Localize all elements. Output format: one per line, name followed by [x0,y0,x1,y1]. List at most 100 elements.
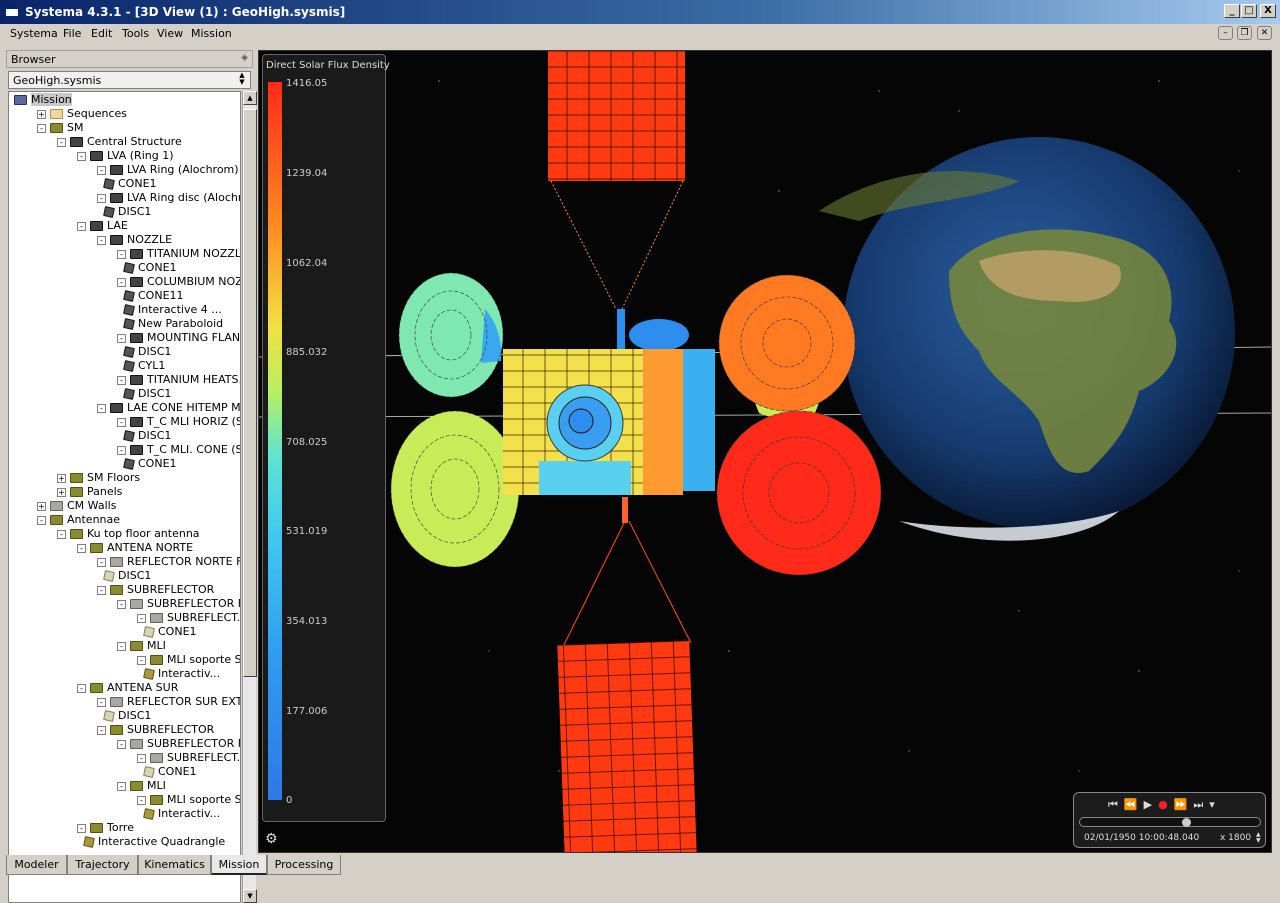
tree-node[interactable]: - LVA (Ring 1) [77,149,174,163]
collapse-icon[interactable]: - [97,165,106,175]
collapse-icon[interactable]: - [117,599,126,609]
collapse-icon[interactable]: - [117,445,126,455]
scroll-down-icon[interactable]: ▼ [243,889,257,903]
tree-node[interactable]: - REFLECTOR NORTE F... [97,555,240,569]
first-frame-icon[interactable]: ⏮ [1108,798,1124,811]
3d-view[interactable]: Direct Solar Flux Density 1416.05 1239.0… [258,50,1272,853]
tree-node[interactable]: CONE1 [143,765,197,779]
tree-node[interactable]: - MLI soporte S... [137,653,240,667]
tree-node[interactable]: + SM Floors [57,471,140,485]
collapse-icon[interactable]: - [117,739,126,749]
app-icon[interactable] [5,5,19,17]
collapse-icon[interactable]: - [97,585,106,595]
tab-trajectory[interactable]: Trajectory [67,855,138,875]
collapse-icon[interactable]: - [57,137,66,147]
collapse-icon[interactable]: - [137,753,146,763]
collapse-icon[interactable]: - [37,123,46,133]
collapse-icon[interactable]: - [117,375,126,385]
settings-gear-icon[interactable]: ⚙ [265,831,278,847]
file-selector[interactable]: GeoHigh.sysmis ▲ ▼ [8,71,251,89]
tab-kinematics[interactable]: Kinematics [138,855,211,875]
tree-node[interactable]: CONE1 [123,261,177,275]
tree-node[interactable]: CONE11 [123,289,184,303]
tree-node[interactable]: - T_C MLI HORIZ (S... [117,415,240,429]
last-frame-icon[interactable]: ⏭ [1193,798,1209,811]
tree-node[interactable]: - ANTENA NORTE [77,541,193,555]
collapse-icon[interactable]: - [137,613,146,623]
collapse-icon[interactable]: - [97,557,106,567]
menu-file[interactable]: File [63,27,81,40]
mission-tree[interactable]: Mission + Sequences - SM - Central Structure - L… [8,91,241,903]
tab-modeler[interactable]: Modeler [6,855,67,875]
collapse-icon[interactable]: - [117,277,126,287]
collapse-icon[interactable]: - [77,221,86,231]
collapse-icon[interactable]: - [77,151,86,161]
collapse-icon[interactable]: - [137,655,146,665]
tree-node[interactable]: - Central Structure [57,135,182,149]
collapse-icon[interactable]: - [77,683,86,693]
tree-node[interactable]: - Ku top floor antenna [57,527,200,541]
tree-node[interactable]: New Paraboloid [123,317,223,331]
expand-icon[interactable]: + [57,487,66,497]
tree-node[interactable]: - LAE CONE HITEMP ML... [97,401,240,415]
tree-node[interactable]: + Sequences [37,107,127,121]
playback-controls[interactable]: ⏮⏪▶●⏩⏭▾ [1108,798,1221,812]
tree-node[interactable]: - Torre [77,821,134,835]
mdi-close-button[interactable]: ✕ [1257,26,1272,40]
menu-edit[interactable]: Edit [91,27,112,40]
collapse-icon[interactable]: - [57,529,66,539]
tree-node[interactable]: - SUBREFLECT... [137,611,240,625]
tree-node[interactable]: - SUBREFLECTOR MLI [117,737,240,751]
scroll-thumb[interactable] [243,109,257,677]
collapse-icon[interactable]: - [117,641,126,651]
tree-node[interactable]: DISC1 [103,205,151,219]
tree-node[interactable]: - LAE [77,219,128,233]
play-icon[interactable]: ▶ [1144,798,1158,811]
tree-node[interactable]: - SUBREFLECTOR [97,583,214,597]
tree-node[interactable]: CONE1 [143,625,197,639]
collapse-icon[interactable]: - [97,235,106,245]
collapse-icon[interactable]: - [37,515,46,525]
step-forward-icon[interactable]: ⏩ [1174,798,1194,811]
tree-node[interactable]: Interactive Quadrangle [83,835,225,849]
tree-node[interactable]: - NOZZLE [97,233,172,247]
tree-node[interactable]: Mission [14,93,72,107]
tree-node[interactable]: - SM [37,121,83,135]
tree-node[interactable]: DISC1 [123,345,171,359]
collapse-icon[interactable]: - [97,403,106,413]
expand-icon[interactable]: + [37,109,46,119]
tree-node[interactable]: - MLI [117,639,166,653]
mdi-minimize-button[interactable]: – [1218,26,1233,40]
expand-icon[interactable]: + [37,501,46,511]
maximize-button[interactable]: □ [1241,4,1257,18]
tree-node[interactable]: DISC1 [103,709,151,723]
speed-value[interactable]: x 1800 [1220,833,1251,843]
collapse-icon[interactable]: - [117,781,126,791]
menu-systema[interactable]: Systema [10,27,58,40]
scene-svg[interactable] [259,51,1272,853]
menu-tools[interactable]: Tools [122,27,149,40]
tree-node[interactable]: - LVA Ring disc (Alochrom) [97,191,240,205]
tree-node[interactable]: + Panels [57,485,122,499]
tree-node[interactable]: - COLUMBIUM NOZ... [117,275,240,289]
tree-node[interactable]: - LVA Ring (Alochrom) [97,163,239,177]
minimize-button[interactable]: _ [1224,4,1240,18]
menu-view[interactable]: View [157,27,183,40]
collapse-icon[interactable]: - [97,725,106,735]
menu-mission[interactable]: Mission [191,27,232,40]
mdi-restore-button[interactable]: ❐ [1237,26,1252,40]
tree-node[interactable]: - SUBREFLECTOR MLI [117,597,240,611]
collapse-icon[interactable]: - [77,823,86,833]
collapse-icon[interactable]: - [97,193,106,203]
tree-node[interactable]: + CM Walls [37,499,116,513]
tree-node[interactable]: - ANTENA SUR [77,681,178,695]
combo-arrows-icon[interactable]: ▲ ▼ [236,72,248,86]
tab-mission[interactable]: Mission [211,855,267,875]
speed-spinner-icon[interactable]: ▲ ▼ [1256,832,1261,844]
collapse-icon[interactable]: - [97,697,106,707]
tree-node[interactable]: CONE1 [103,177,157,191]
collapse-icon[interactable]: - [117,249,126,259]
collapse-icon[interactable]: - [117,417,126,427]
expand-icon[interactable]: + [57,473,66,483]
tab-processing[interactable]: Processing [267,855,341,875]
